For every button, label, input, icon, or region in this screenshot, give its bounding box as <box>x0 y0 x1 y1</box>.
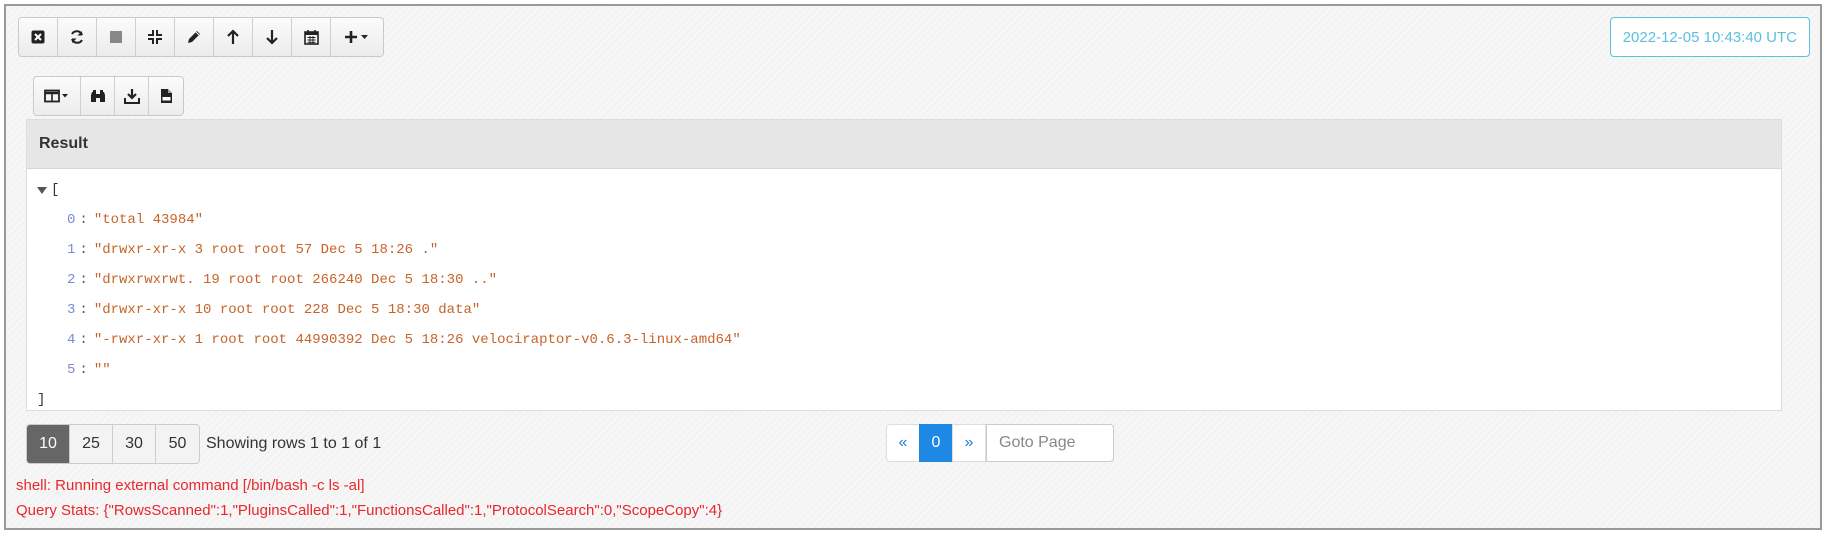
page-size-selector: 10 25 30 50 <box>26 424 200 464</box>
search-button[interactable] <box>81 77 115 115</box>
json-item: 3: "drwxr-xr-x 10 root root 228 Dec 5 18:… <box>37 295 1771 325</box>
json-item-index: 0 <box>67 212 76 228</box>
json-colon: : <box>79 332 88 348</box>
page-size-controls: 10 25 30 50 Showing rows 1 to 1 of 1 <box>26 424 381 464</box>
notebook-cell: 2022-12-05 10:43:40 UTC Result [0: "to… <box>4 4 1822 530</box>
json-colon: : <box>79 212 88 228</box>
json-item-value: "-rwxr-xr-x 1 root root 44990392 Dec 5 1… <box>93 332 741 348</box>
json-colon: : <box>79 272 88 288</box>
csv-file-icon <box>160 88 173 104</box>
json-item: 5: "" <box>37 355 1771 385</box>
pencil-icon <box>186 29 202 45</box>
page-size-option[interactable]: 25 <box>70 425 113 463</box>
json-close-bracket: ] <box>37 392 46 408</box>
goto-page-input[interactable] <box>986 424 1114 462</box>
timestamp-badge: 2022-12-05 10:43:40 UTC <box>1609 17 1810 57</box>
json-item-value: "drwxrwxrwt. 19 root root 266240 Dec 5 1… <box>93 272 498 288</box>
cell-toolbar <box>18 17 384 57</box>
plus-dropdown-icon <box>344 30 370 44</box>
move-up-button[interactable] <box>214 18 253 56</box>
result-table: Result [ 0: "total 43984" 1: "drwxr-xr-x 3… <box>26 119 1782 411</box>
page-size-option[interactable]: 10 <box>27 425 70 463</box>
query-stats-line: Query Stats: {"RowsScanned":1,"PluginsCa… <box>16 502 723 519</box>
calendar-button[interactable] <box>292 18 331 56</box>
json-item-index: 5 <box>67 362 76 378</box>
binoculars-icon <box>90 89 106 103</box>
json-item-value: "drwxr-xr-x 10 root root 228 Dec 5 18:30… <box>93 302 481 318</box>
stop-icon <box>109 30 123 44</box>
json-item-value: "drwxr-xr-x 3 root root 57 Dec 5 18:26 .… <box>93 242 439 258</box>
json-root-line: [ <box>37 175 1771 205</box>
json-item-index: 2 <box>67 272 76 288</box>
refresh-button[interactable] <box>58 18 97 56</box>
close-square-icon <box>31 30 45 44</box>
column-selector-dropdown[interactable] <box>34 77 81 115</box>
result-column-header[interactable]: Result <box>27 120 1781 169</box>
json-close-line: ] <box>37 385 1771 415</box>
json-item-value: "" <box>93 362 111 378</box>
json-colon: : <box>79 302 88 318</box>
json-open-bracket: [ <box>51 182 60 198</box>
json-item: 1: "drwxr-xr-x 3 root root 57 Dec 5 18:26… <box>37 235 1771 265</box>
json-item-index: 1 <box>67 242 76 258</box>
json-item: 2: "drwxrwxrwt. 19 root root 266240 Dec 5… <box>37 265 1771 295</box>
current-page-button[interactable]: 0 <box>919 424 953 462</box>
next-page-button[interactable]: » <box>952 424 986 462</box>
json-item: 4: "-rwxr-xr-x 1 root root 44990392 Dec 5… <box>37 325 1771 355</box>
refresh-icon <box>69 29 85 45</box>
close-cell-button[interactable] <box>19 18 58 56</box>
json-item: 0: "total 43984" <box>37 205 1771 235</box>
download-icon <box>123 88 140 104</box>
edit-button[interactable] <box>175 18 214 56</box>
stop-button[interactable] <box>97 18 136 56</box>
pagination: « 0 » <box>886 424 1114 462</box>
json-viewer: [ 0: "total 43984" 1: "drwxr-xr-x 3 root r… <box>27 169 1781 421</box>
calendar-icon <box>303 29 319 45</box>
columns-dropdown-icon <box>44 89 70 103</box>
collapse-button[interactable] <box>136 18 175 56</box>
download-button[interactable] <box>115 77 149 115</box>
json-colon: : <box>79 362 88 378</box>
prev-page-button[interactable]: « <box>886 424 920 462</box>
page-size-option[interactable]: 50 <box>156 425 199 463</box>
json-item-index: 4 <box>67 332 76 348</box>
page-size-option[interactable]: 30 <box>113 425 156 463</box>
add-cell-dropdown[interactable] <box>331 18 383 56</box>
collapse-caret-icon[interactable] <box>37 186 47 194</box>
export-csv-button[interactable] <box>149 77 183 115</box>
rows-info: Showing rows 1 to 1 of 1 <box>206 435 382 452</box>
json-colon: : <box>79 242 88 258</box>
table-toolbar <box>33 76 184 116</box>
compress-icon <box>147 29 163 45</box>
json-item-index: 3 <box>67 302 76 318</box>
log-line: shell: Running external command [/bin/ba… <box>16 477 365 494</box>
json-item-value: "total 43984" <box>93 212 204 228</box>
move-down-button[interactable] <box>253 18 292 56</box>
arrow-down-icon <box>265 29 279 45</box>
arrow-up-icon <box>226 29 240 45</box>
